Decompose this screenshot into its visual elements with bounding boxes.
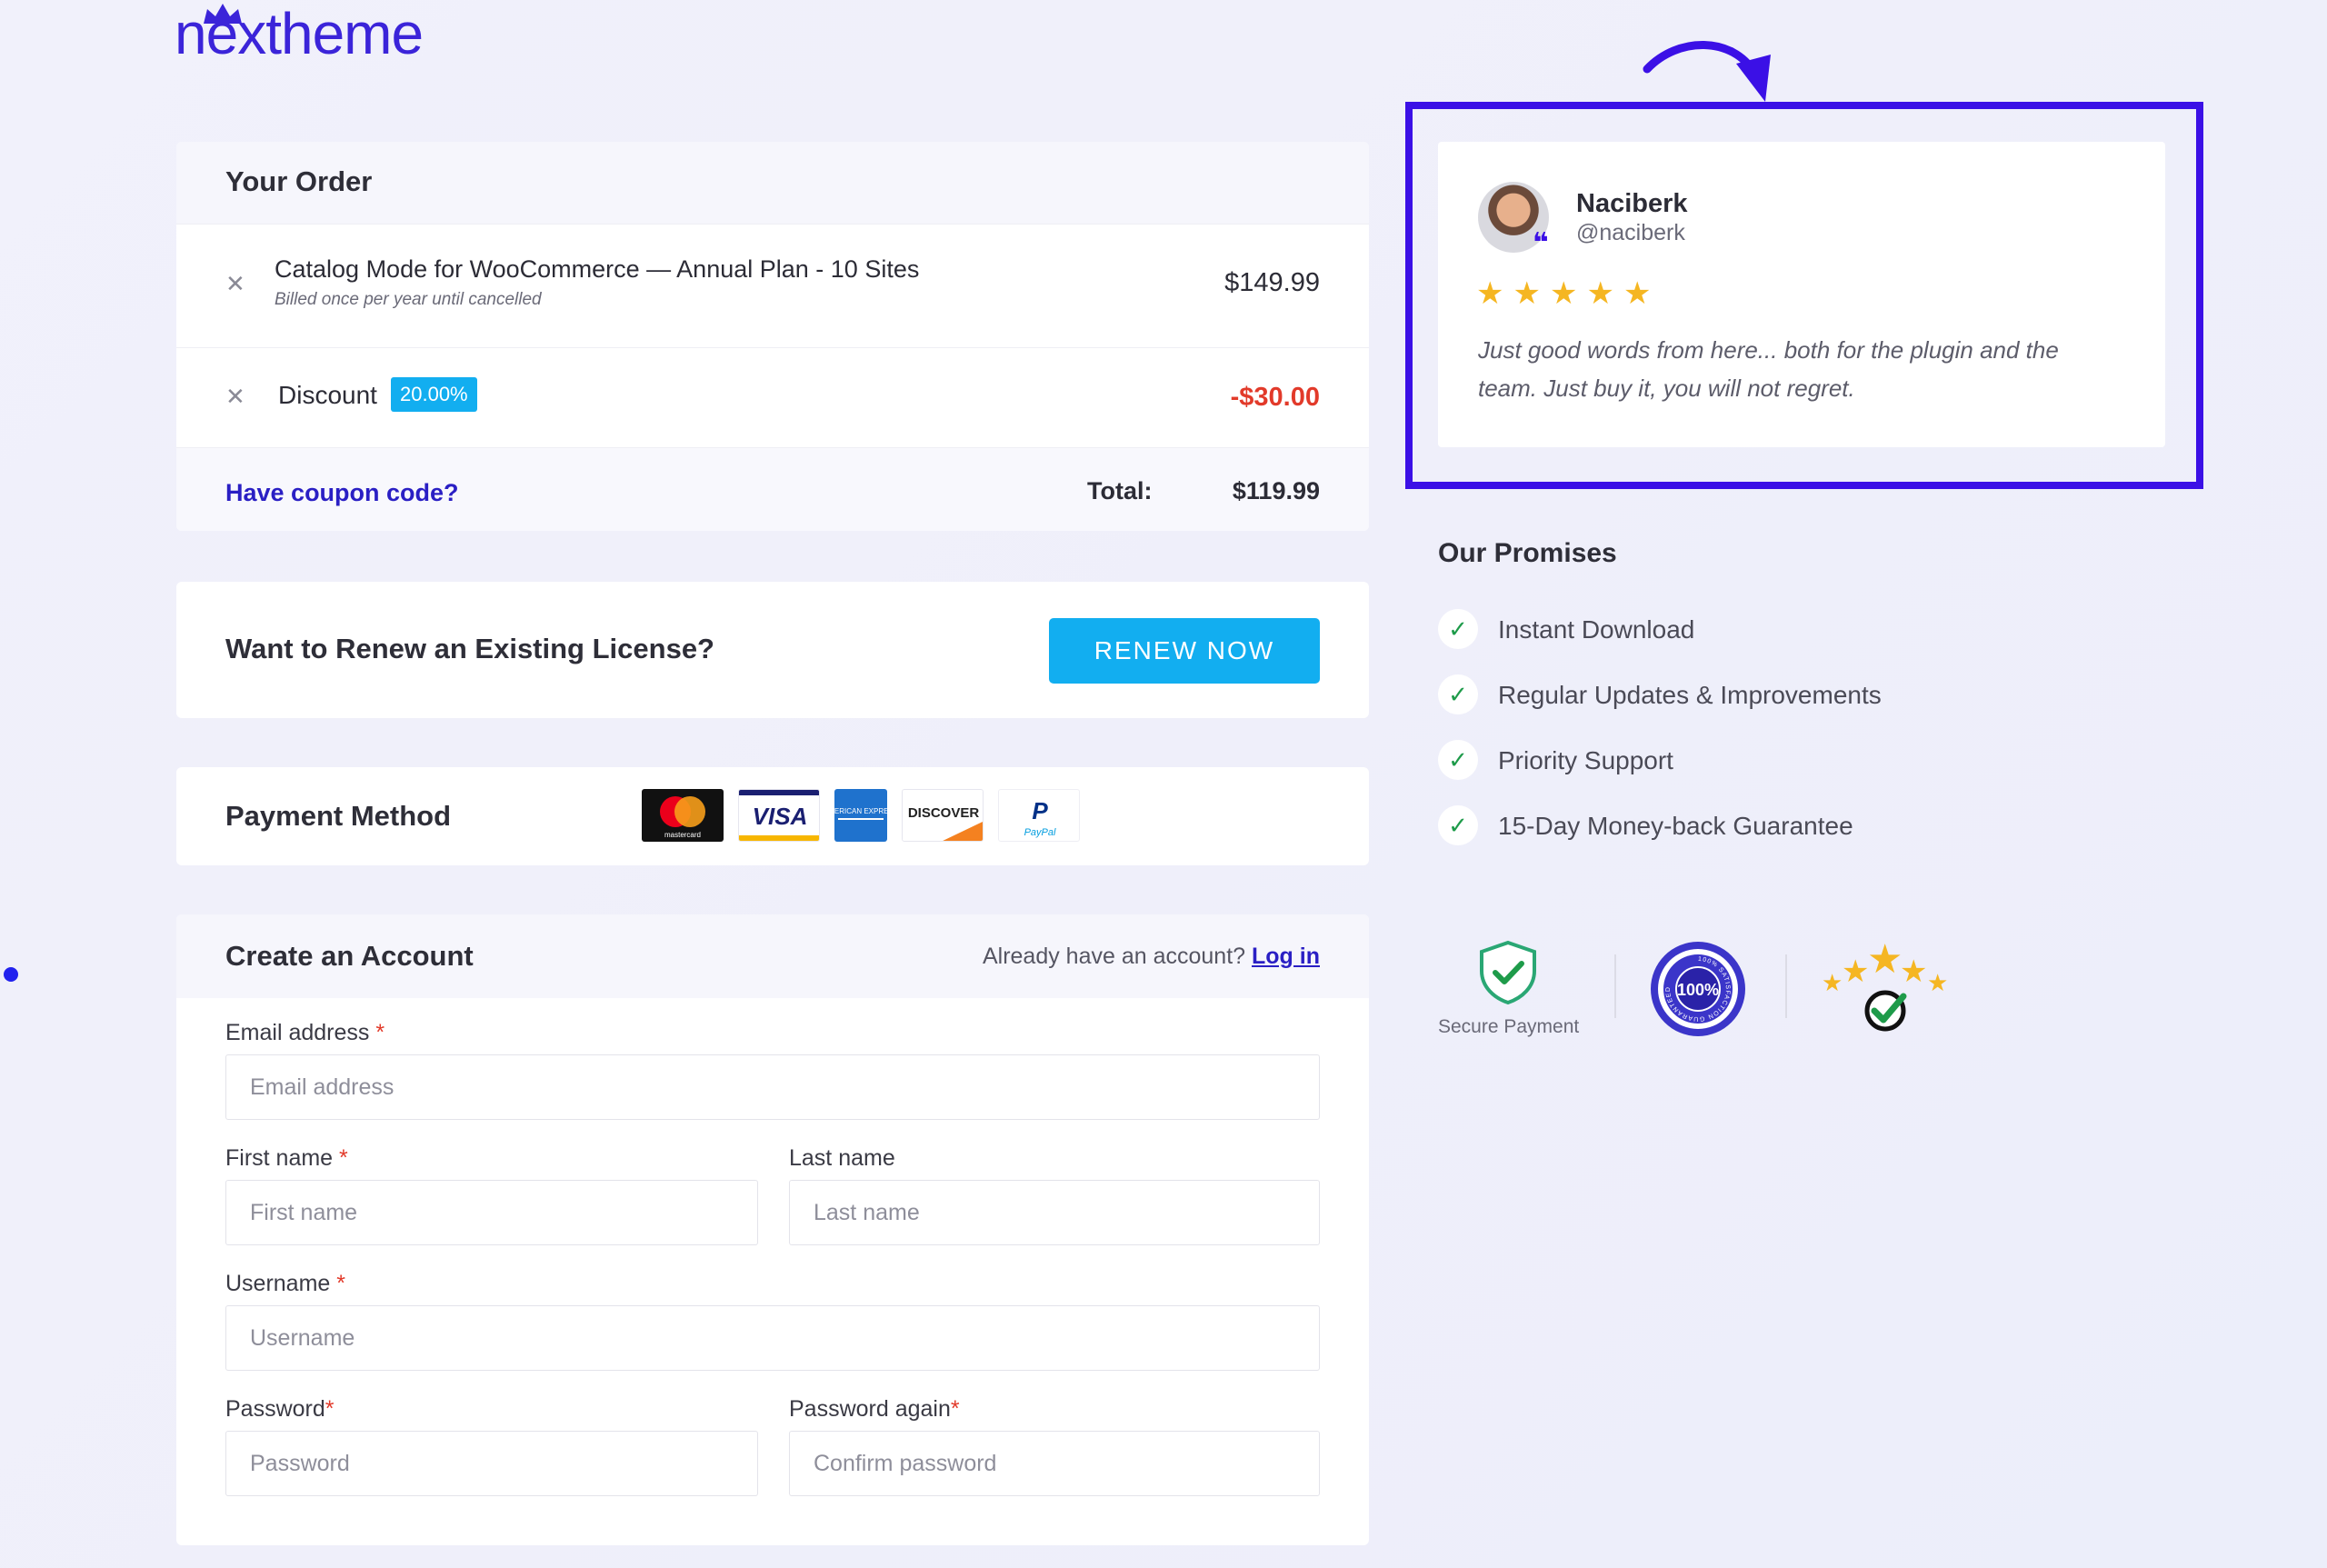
payment-title: Payment Method [225, 800, 452, 832]
check-icon: ✓ [1438, 609, 1478, 649]
login-prompt: Already have an account? Log in [983, 944, 1320, 970]
seal-text: 100% [1677, 981, 1719, 999]
discount-badge: 20.00% [391, 377, 477, 412]
svg-text:P: P [1032, 797, 1048, 824]
satisfaction-seal-icon: 100% 100% SATISFACTION GUARANTEED [1651, 942, 1745, 1036]
nextheme-logo[interactable]: nextheme [175, 1, 465, 66]
cursor-dot [4, 967, 18, 982]
quote-icon: ❝ [1533, 228, 1549, 258]
total-label: Total: [1087, 477, 1153, 504]
star-icon: ★ [1549, 276, 1578, 311]
star-icon: ★ [1513, 276, 1541, 311]
mastercard-label: mastercard [664, 831, 701, 839]
promise-label: Regular Updates & Improvements [1498, 681, 1882, 709]
trust-badges: Secure Payment 100% 100% SATISFACTION GU… [1438, 936, 1983, 1073]
payment-card: Payment Method mastercard VISA AMERICAN … [176, 767, 1369, 865]
shield-check-icon [1480, 940, 1536, 1005]
password-again-label: Password again* [789, 1396, 960, 1422]
renew-card: Want to Renew an Existing License? RENEW… [176, 582, 1369, 718]
first-name-input[interactable] [225, 1180, 758, 1245]
paypal-icon[interactable]: P PayPal [998, 789, 1080, 842]
renew-now-button[interactable]: RENEW NOW [1049, 618, 1320, 684]
total-row: Have coupon code? Total: $119.99 [176, 447, 1369, 531]
first-name-label: First name * [225, 1145, 348, 1171]
password-label: Password* [225, 1396, 335, 1422]
visa-label: VISA [753, 803, 808, 830]
review-card: ❝ Naciberk @naciberk ★ ★ ★ ★ ★ Just good… [1438, 142, 2165, 447]
svg-text:★: ★ [1842, 954, 1869, 990]
password-input[interactable] [225, 1431, 758, 1496]
rating-stars: ★ ★ ★ ★ ★ [1476, 278, 1651, 309]
check-icon: ✓ [1438, 740, 1478, 780]
discover-icon[interactable]: DISCOVER [902, 789, 984, 842]
secure-payment-label: Secure Payment [1438, 1016, 1580, 1037]
discover-label: DISCOVER [908, 805, 980, 821]
item-price: $149.99 [1224, 268, 1320, 297]
payment-icons: mastercard VISA AMERICAN EXPRESS [642, 789, 1080, 842]
logo-text: nextheme [175, 1, 424, 66]
amex-icon[interactable]: AMERICAN EXPRESS [834, 789, 887, 842]
promise-label: Priority Support [1498, 746, 1673, 774]
star-icon: ★ [1476, 276, 1504, 311]
svg-text:★: ★ [1822, 970, 1843, 997]
account-header: Create an Account Already have an accoun… [176, 914, 1369, 998]
check-icon: ✓ [1438, 805, 1478, 845]
order-title: Your Order [176, 142, 1369, 224]
coupon-link[interactable]: Have coupon code? [225, 479, 459, 507]
svg-text:★: ★ [1867, 936, 1903, 983]
remove-item-icon[interactable]: ✕ [225, 270, 245, 298]
account-card: Create an Account Already have an accoun… [176, 914, 1369, 1545]
order-item-row: ✕ Catalog Mode for WooCommerce — Annual … [176, 224, 1369, 347]
svg-text:★: ★ [1927, 970, 1948, 997]
item-title: Catalog Mode for WooCommerce — Annual Pl… [275, 255, 920, 283]
total-value: $119.99 [1232, 477, 1320, 504]
reviewer-handle: @naciberk [1576, 220, 1685, 245]
promise-label: 15-Day Money-back Guarantee [1498, 812, 1853, 840]
discount-row: ✕ Discount 20.00% -$30.00 [176, 347, 1369, 447]
discount-label: Discount [278, 381, 377, 409]
last-name-input[interactable] [789, 1180, 1320, 1245]
password-again-input[interactable] [789, 1431, 1320, 1496]
email-label: Email address * [225, 1020, 385, 1045]
login-link[interactable]: Log in [1252, 944, 1320, 969]
checkout-page: nextheme Your Order ✕ Catalog Mode for W… [0, 0, 2327, 1568]
paypal-label: PayPal [1024, 827, 1056, 838]
discount-amount: -$30.00 [1230, 383, 1320, 412]
reviewer-name: Naciberk [1576, 189, 1688, 218]
order-card: Your Order ✕ Catalog Mode for WooCommerc… [176, 142, 1369, 531]
last-name-label: Last name [789, 1145, 895, 1171]
promises-title: Our Promises [1438, 538, 1617, 568]
promise-label: Instant Download [1498, 615, 1695, 644]
curved-arrow-icon [1643, 41, 1771, 102]
username-label: Username * [225, 1271, 346, 1296]
svg-text:★: ★ [1900, 954, 1927, 990]
visa-icon[interactable]: VISA [738, 789, 820, 842]
check-icon: ✓ [1438, 674, 1478, 714]
login-prompt-text: Already have an account? [982, 944, 1246, 969]
account-title: Create an Account [225, 940, 474, 972]
renew-title: Want to Renew an Existing License? [225, 633, 714, 664]
rated-stars-icon: ★ ★ ★ ★ ★ [1822, 936, 1948, 1032]
review-text: Just good words from here... both for th… [1478, 336, 2059, 402]
amex-label: AMERICAN EXPRESS [834, 807, 887, 815]
email-input[interactable] [225, 1054, 1320, 1120]
username-input[interactable] [225, 1305, 1320, 1371]
star-icon: ★ [1623, 276, 1652, 311]
mastercard-icon[interactable]: mastercard [642, 789, 724, 842]
star-icon: ★ [1586, 276, 1614, 311]
badge-divider [1785, 954, 1787, 1018]
item-billing-note: Billed once per year until cancelled [275, 290, 542, 309]
badge-divider [1614, 954, 1616, 1018]
remove-discount-icon[interactable]: ✕ [225, 383, 245, 411]
